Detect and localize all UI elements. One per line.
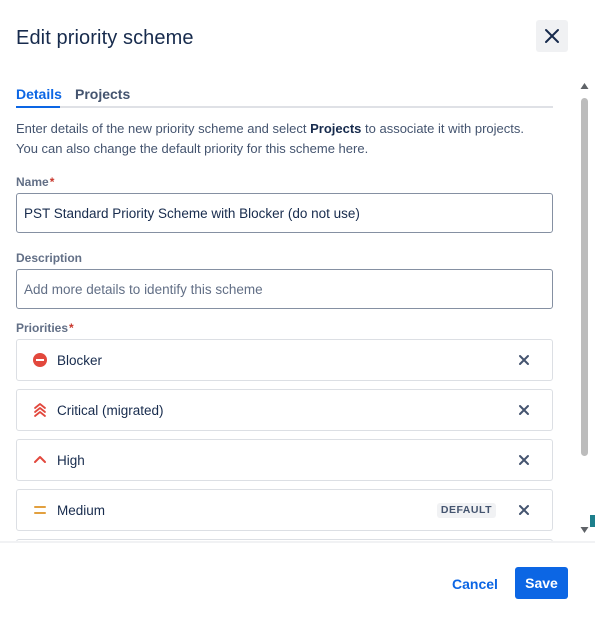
close-icon [545, 29, 559, 43]
scroll-up-arrow-icon[interactable] [580, 82, 589, 90]
edit-priority-scheme-dialog: Edit priority scheme Details Projects En… [0, 0, 595, 619]
priorities-label-text: Priorities [16, 321, 69, 335]
priority-label: Critical (migrated) [57, 403, 164, 418]
intro-text: Enter details of the new priority scheme… [16, 119, 546, 159]
name-label-text: Name [16, 175, 49, 189]
dialog-title: Edit priority scheme [16, 27, 194, 49]
scroll-down-arrow-icon[interactable] [580, 526, 589, 534]
scrollbar-thumb[interactable] [581, 98, 588, 456]
priority-label: High [57, 453, 85, 468]
critical-icon [34, 403, 46, 417]
name-label: Name* [16, 175, 54, 189]
remove-priority-icon[interactable] [516, 502, 532, 518]
name-field[interactable]: PST Standard Priority Scheme with Blocke… [16, 193, 553, 233]
priority-row-blocker: Blocker [16, 339, 553, 381]
default-badge: DEFAULT [436, 503, 496, 518]
save-button[interactable]: Save [515, 567, 568, 599]
priorities-label: Priorities* [16, 321, 74, 335]
medium-icon [34, 506, 46, 514]
priority-row-high: High [16, 439, 553, 481]
high-icon [34, 456, 46, 463]
description-field[interactable]: Add more details to identify this scheme [16, 269, 553, 309]
blocker-icon [33, 353, 47, 367]
required-marker: * [69, 321, 74, 335]
remove-priority-icon[interactable] [516, 452, 532, 468]
active-tab-indicator [16, 106, 60, 108]
remove-priority-icon[interactable] [516, 402, 532, 418]
intro-text-part1: Enter details of the new priority scheme… [16, 121, 311, 136]
description-label: Description [16, 251, 83, 265]
tab-projects[interactable]: Projects [75, 86, 130, 102]
dialog-header: Edit priority scheme [0, 0, 580, 78]
intro-text-projects: Projects [310, 121, 362, 136]
priority-label: Medium [57, 503, 106, 518]
background-edge [590, 515, 595, 527]
priority-label: Blocker [57, 353, 103, 368]
required-marker: * [49, 175, 55, 189]
cancel-button[interactable]: Cancel [446, 568, 504, 600]
tab-list: Details Projects [16, 84, 553, 108]
tab-details[interactable]: Details [16, 86, 62, 102]
remove-priority-icon[interactable] [516, 352, 532, 368]
dialog-footer: Cancel Save [0, 541, 595, 619]
priority-row-critical: Critical (migrated) [16, 389, 553, 431]
priority-row-medium: Medium DEFAULT [16, 489, 553, 531]
close-button[interactable] [536, 20, 568, 52]
